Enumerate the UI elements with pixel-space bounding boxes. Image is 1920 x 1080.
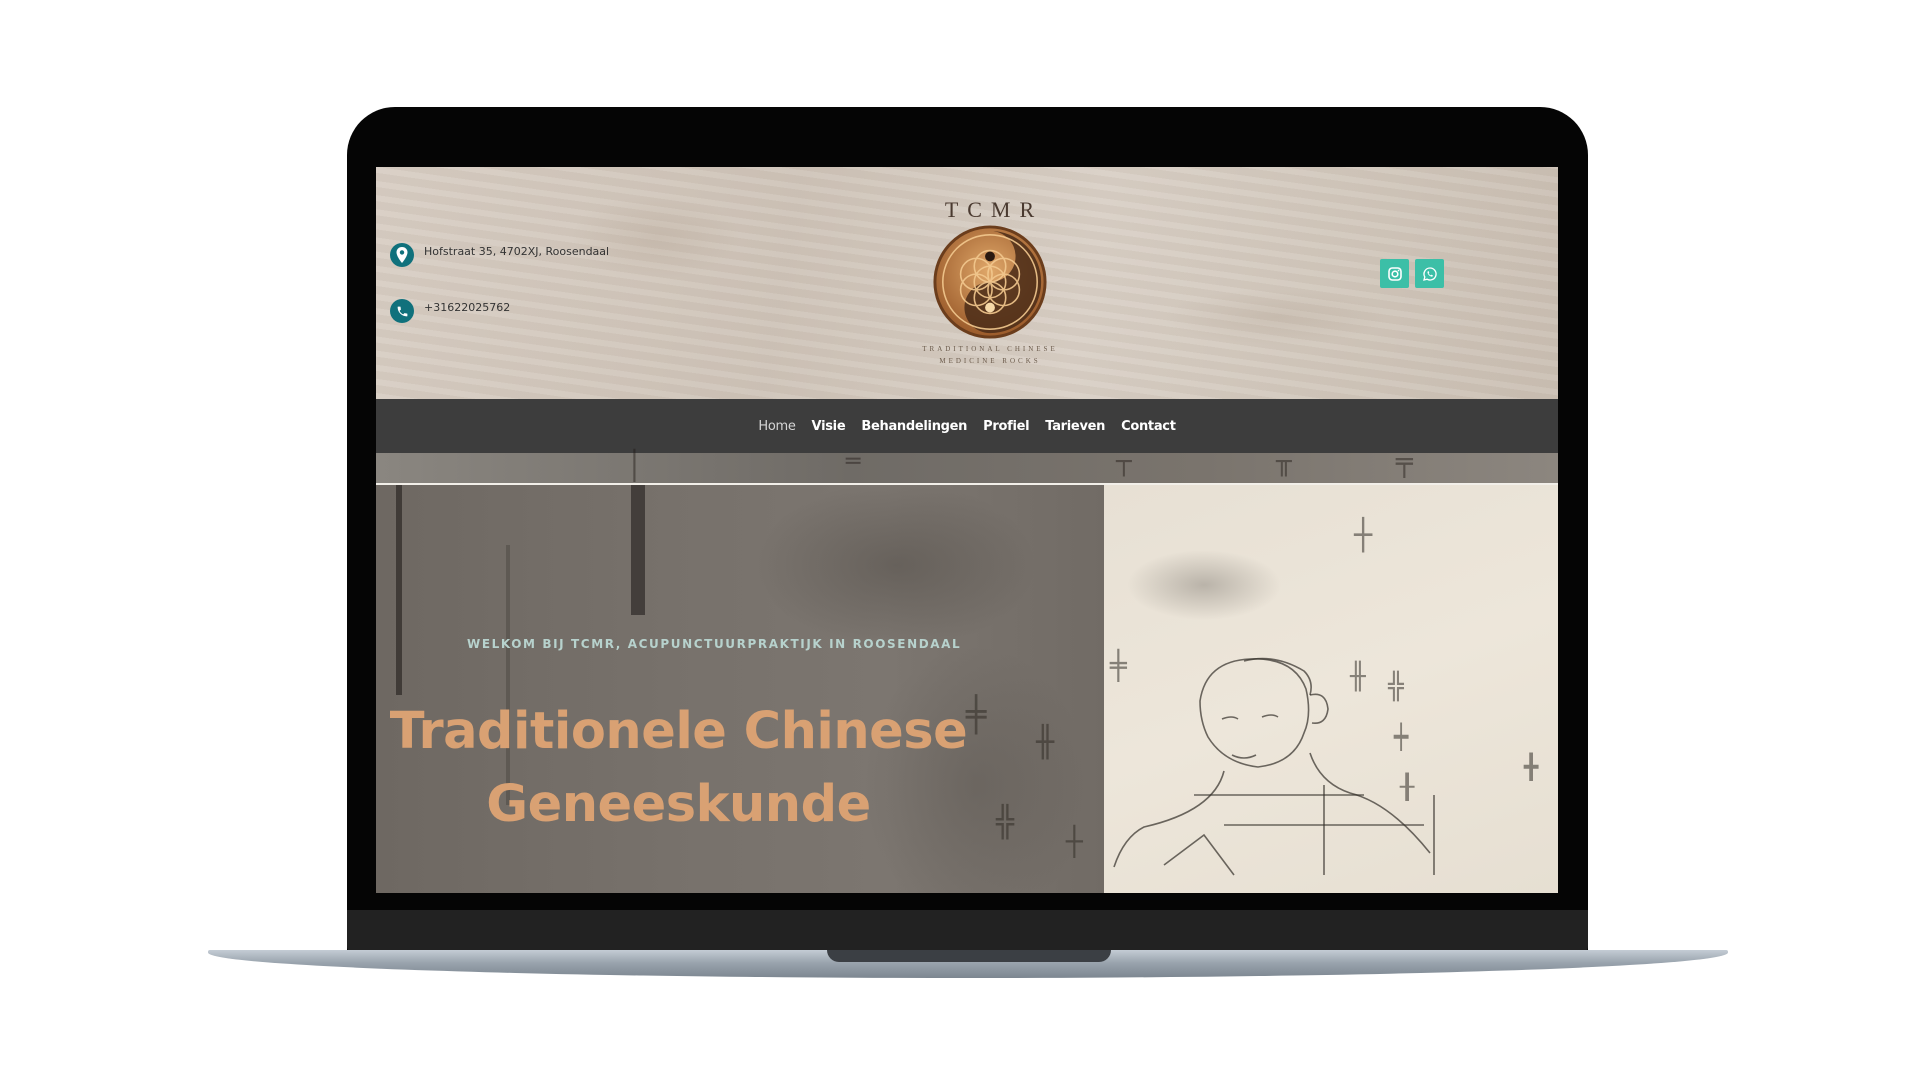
hero-illustration: ┼ ╪ ╫ ╬ ┿ ╂ ╋ — [1104, 485, 1558, 893]
acupuncture-figure-illustration: ┼ ╪ ╫ ╬ ┿ ╂ ╋ — [1109, 516, 1539, 876]
contact-address[interactable]: Hofstraat 35, 4702XJ, Roosendaal — [390, 243, 609, 267]
hero-title-line2: Geneeskunde — [486, 775, 871, 834]
logo-subtitle: TRADITIONAL CHINESE MEDICINE ROCKS — [905, 343, 1075, 367]
calligraphy-mark: ┼ — [1353, 516, 1373, 553]
nav-item-visie[interactable]: Visie — [812, 419, 846, 434]
hero-title: Traditionele Chinese Geneeskunde — [376, 695, 981, 841]
logo-title: TCMR — [944, 197, 1044, 222]
nav-item-contact[interactable]: Contact — [1121, 419, 1176, 434]
address-text: Hofstraat 35, 4702XJ, Roosendaal — [424, 244, 610, 258]
logo-subtitle-line2: MEDICINE ROCKS — [939, 357, 1041, 365]
whatsapp-icon — [1422, 266, 1437, 281]
phone-text: +31622025762 — [424, 300, 511, 314]
brush-mark: ═ — [846, 447, 861, 475]
brush-mark: ┬ — [1116, 447, 1132, 477]
instagram-icon — [1387, 266, 1402, 281]
nav-item-profiel[interactable]: Profiel — [983, 419, 1029, 434]
ink-mark: ╬ — [996, 805, 1015, 840]
hero-eyebrow: WELKOM BIJ TCMR, ACUPUNCTUURPRAKTIJK IN … — [467, 637, 962, 651]
brush-mark: ╤ — [1396, 445, 1413, 478]
social-links — [1380, 259, 1444, 288]
contact-phone[interactable]: +31622025762 — [390, 299, 510, 323]
nav-item-home[interactable]: Home — [758, 419, 796, 434]
brush-mark: ╥ — [1276, 447, 1292, 477]
brush-stroke — [631, 485, 645, 615]
nav-item-tarieven[interactable]: Tarieven — [1045, 419, 1105, 434]
laptop-chin — [347, 910, 1588, 954]
calligraphy-mark: ╪ — [1109, 648, 1128, 682]
calligraphy-mark: ┿ — [1393, 722, 1409, 751]
tcmr-logo[interactable]: TCMR TRADITIONAL CHINESE MEDICINE ROCKS — [905, 197, 1075, 373]
brush-stroke — [396, 485, 402, 695]
calligraphy-mark: ╬ — [1387, 670, 1405, 702]
calligraphy-mark: ╋ — [1523, 752, 1539, 781]
ink-mark: ┼ — [1066, 825, 1083, 858]
instagram-button[interactable] — [1380, 259, 1409, 288]
site-header: Hofstraat 35, 4702XJ, Roosendaal +316220… — [376, 167, 1558, 399]
whatsapp-button[interactable] — [1415, 259, 1444, 288]
main-navigation: Home Visie Behandelingen Profiel Tarieve… — [376, 399, 1558, 453]
logo-subtitle-line1: TRADITIONAL CHINESE — [922, 345, 1058, 353]
flower-of-life-yin-yang-icon — [933, 225, 1047, 339]
ink-mark: ╫ — [1036, 725, 1055, 760]
hero-title-line1: Traditionele Chinese — [389, 702, 968, 761]
brush-mark: │ — [626, 449, 643, 482]
phone-icon — [390, 299, 414, 323]
hero-text-panel: ╪ ╫ ╬ ┼ WELKOM BIJ TCMR, ACUPUNCTUURPRAK… — [376, 485, 1104, 893]
calligraphy-mark: ╂ — [1399, 772, 1415, 801]
nav-item-behandelingen[interactable]: Behandelingen — [861, 419, 967, 434]
website-screen: Hofstraat 35, 4702XJ, Roosendaal +316220… — [376, 167, 1558, 893]
calligraphy-mark: ╫ — [1349, 660, 1366, 692]
location-pin-icon — [390, 243, 414, 267]
laptop-notch — [827, 950, 1111, 962]
decorative-manuscript-strip: │ ═ ┬ ╥ ╤ — [376, 445, 1558, 485]
